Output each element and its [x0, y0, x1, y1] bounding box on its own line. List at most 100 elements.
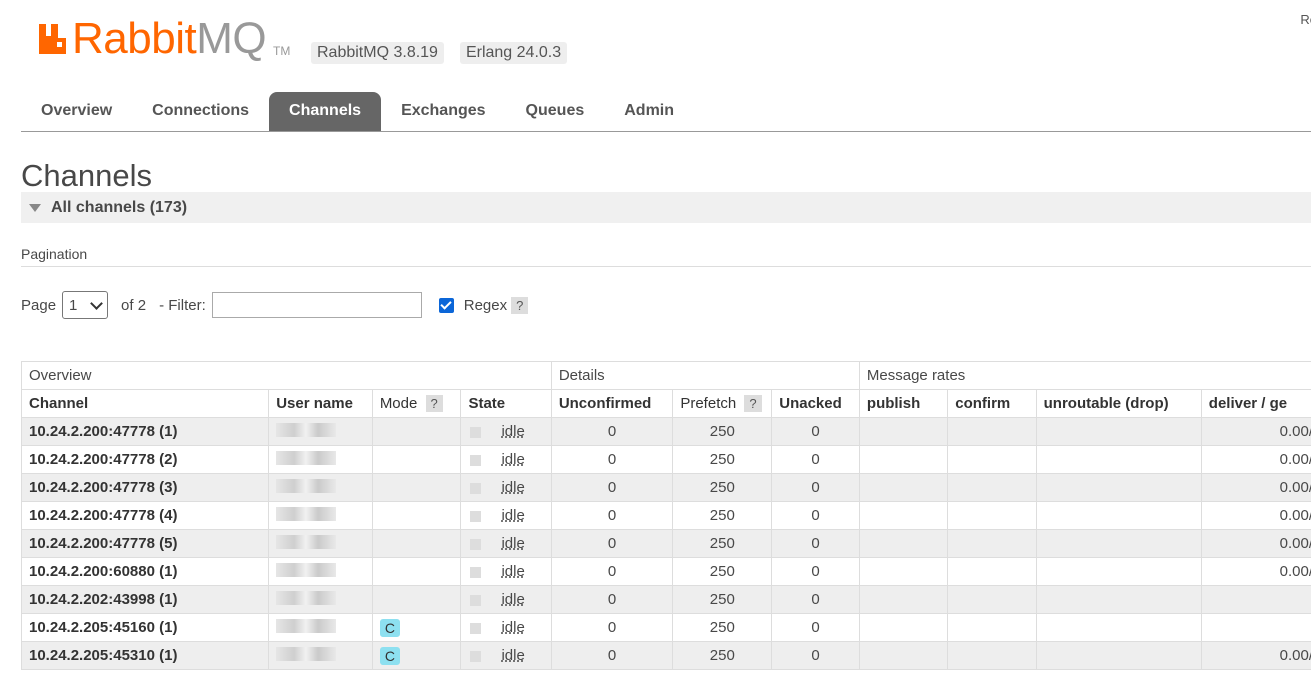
tab-channels[interactable]: Channels	[269, 92, 382, 131]
regex-checkbox[interactable]	[438, 297, 454, 313]
redacted-user-name	[276, 478, 337, 493]
table-row[interactable]: 10.24.2.205:45160 (1) Cidle 0 250 0	[20, 613, 1311, 642]
col-header-confirm[interactable]: confirm	[947, 389, 1037, 418]
version-badges: RabbitMQ 3.8.19 Erlang 24.0.3	[311, 42, 568, 64]
confirm-rate-cell	[947, 641, 1037, 670]
col-header-unconfirmed[interactable]: Unconfirmed	[550, 389, 674, 418]
tab-admin[interactable]: Admin	[604, 92, 694, 131]
page-select-value: 1	[69, 296, 78, 314]
publish-rate-cell	[858, 529, 949, 558]
unacked-cell: 0	[771, 501, 860, 530]
mode-cell	[371, 529, 462, 558]
state-label: idle	[501, 647, 525, 664]
unacked-cell: 0	[771, 585, 860, 614]
channel-link[interactable]: 10.24.2.200:47778 (1)	[20, 417, 270, 446]
state-indicator: idle	[468, 591, 525, 608]
channel-link[interactable]: 10.24.2.200:47778 (4)	[20, 501, 270, 530]
col-header-prefetch[interactable]: Prefetch ?	[672, 389, 773, 418]
channel-link[interactable]: 10.24.2.200:47778 (2)	[20, 445, 270, 474]
user-name-cell	[268, 557, 373, 586]
deliver-rate-cell: 0.00/	[1200, 529, 1311, 558]
page-select[interactable]: 1	[62, 291, 109, 319]
channel-link[interactable]: 10.24.2.200:47778 (3)	[20, 473, 270, 502]
user-name-cell	[268, 641, 373, 670]
state-indicator: idle	[468, 479, 525, 496]
channel-link[interactable]: 10.24.2.205:45310 (1)	[20, 641, 270, 670]
user-name-cell	[268, 613, 373, 642]
filter-label: - Filter:	[159, 296, 206, 314]
prefetch-help-button[interactable]: ?	[744, 395, 762, 412]
filter-input[interactable]	[211, 292, 422, 318]
state-label: idle	[501, 451, 525, 468]
publish-rate-cell	[858, 445, 949, 474]
confirm-rate-cell	[947, 585, 1037, 614]
table-row[interactable]: 10.24.2.200:47778 (3) idle 0 250 0 0.00/	[20, 473, 1311, 502]
col-header-user-name[interactable]: User name	[268, 389, 373, 418]
tab-exchanges[interactable]: Exchanges	[381, 92, 505, 131]
state-label: idle	[501, 619, 525, 636]
unconfirmed-cell: 0	[550, 557, 674, 586]
user-name-cell	[268, 529, 373, 558]
table-row[interactable]: 10.24.2.200:60880 (1) idle 0 250 0 0.00/	[20, 557, 1311, 586]
all-channels-section-toggle[interactable]: All channels (173)	[21, 192, 1311, 223]
state-cell: idle	[460, 473, 552, 502]
state-cell: idle	[460, 613, 552, 642]
col-header-publish[interactable]: publish	[858, 389, 949, 418]
mode-label: Mode	[379, 395, 418, 412]
table-row[interactable]: 10.24.2.200:47778 (5) idle 0 250 0 0.00/	[20, 529, 1311, 558]
mode-help-button[interactable]: ?	[425, 395, 443, 412]
channel-link[interactable]: 10.24.2.200:47778 (5)	[20, 529, 270, 558]
unroutable-rate-cell	[1035, 585, 1202, 614]
unacked-cell: 0	[771, 473, 860, 502]
state-square-icon	[470, 650, 482, 662]
table-row[interactable]: 10.24.2.202:43998 (1) idle 0 250 0	[20, 585, 1311, 614]
state-square-icon	[470, 426, 482, 438]
chevron-down-icon	[90, 296, 103, 310]
mode-cell: C	[371, 641, 462, 670]
mode-cell	[371, 557, 462, 586]
table-row[interactable]: 10.24.2.205:45310 (1) Cidle 0 250 0 0.00/	[20, 641, 1311, 670]
page-label: Page	[21, 296, 57, 314]
publish-rate-cell	[858, 501, 949, 530]
state-cell: idle	[460, 557, 552, 586]
unconfirmed-cell: 0	[550, 529, 674, 558]
state-cell: idle	[460, 445, 552, 474]
unacked-cell: 0	[771, 641, 860, 670]
state-indicator: idle	[468, 507, 525, 524]
channels-table-container: Overview Details Message rates Channel U…	[20, 361, 1311, 670]
state-cell: idle	[460, 585, 552, 614]
header: RabbitMQ TM RabbitMQ 3.8.19 Erlang 24.0.…	[0, 0, 1311, 132]
col-header-channel[interactable]: Channel	[20, 389, 270, 418]
unacked-cell: 0	[771, 613, 860, 642]
state-indicator: idle	[468, 423, 525, 440]
pagination-heading: Pagination	[21, 246, 1311, 267]
redacted-user-name	[276, 562, 337, 577]
table-row[interactable]: 10.24.2.200:47778 (4) idle 0 250 0 0.00/	[20, 501, 1311, 530]
col-header-state[interactable]: State	[460, 389, 552, 418]
table-row[interactable]: 10.24.2.200:47778 (1) idle 0 250 0 0.00/	[20, 417, 1311, 446]
tab-connections[interactable]: Connections	[132, 92, 269, 131]
unroutable-rate-cell	[1035, 613, 1202, 642]
tab-overview[interactable]: Overview	[21, 92, 132, 131]
tab-queues[interactable]: Queues	[506, 92, 605, 131]
col-header-unacked[interactable]: Unacked	[771, 389, 860, 418]
table-row[interactable]: 10.24.2.200:47778 (2) idle 0 250 0 0.00/	[20, 445, 1311, 474]
unconfirmed-cell: 0	[550, 641, 674, 670]
group-header-overview: Overview	[21, 361, 552, 390]
col-header-mode[interactable]: Mode ?	[371, 389, 462, 418]
col-header-deliver[interactable]: deliver / ge	[1200, 389, 1311, 418]
channel-link[interactable]: 10.24.2.200:60880 (1)	[20, 557, 270, 586]
unacked-cell: 0	[771, 529, 860, 558]
confirm-rate-cell	[947, 529, 1037, 558]
col-header-unroutable[interactable]: unroutable (drop)	[1035, 389, 1202, 418]
unroutable-rate-cell	[1035, 641, 1202, 670]
channel-link[interactable]: 10.24.2.202:43998 (1)	[20, 585, 270, 614]
deliver-rate-cell: 0.00/	[1200, 641, 1311, 670]
mode-cell	[371, 585, 462, 614]
confirm-rate-cell	[947, 445, 1037, 474]
channel-link[interactable]: 10.24.2.205:45160 (1)	[20, 613, 270, 642]
regex-help-button[interactable]: ?	[511, 296, 529, 314]
user-name-cell	[268, 473, 373, 502]
publish-rate-cell	[858, 417, 949, 446]
mode-cell	[371, 473, 462, 502]
